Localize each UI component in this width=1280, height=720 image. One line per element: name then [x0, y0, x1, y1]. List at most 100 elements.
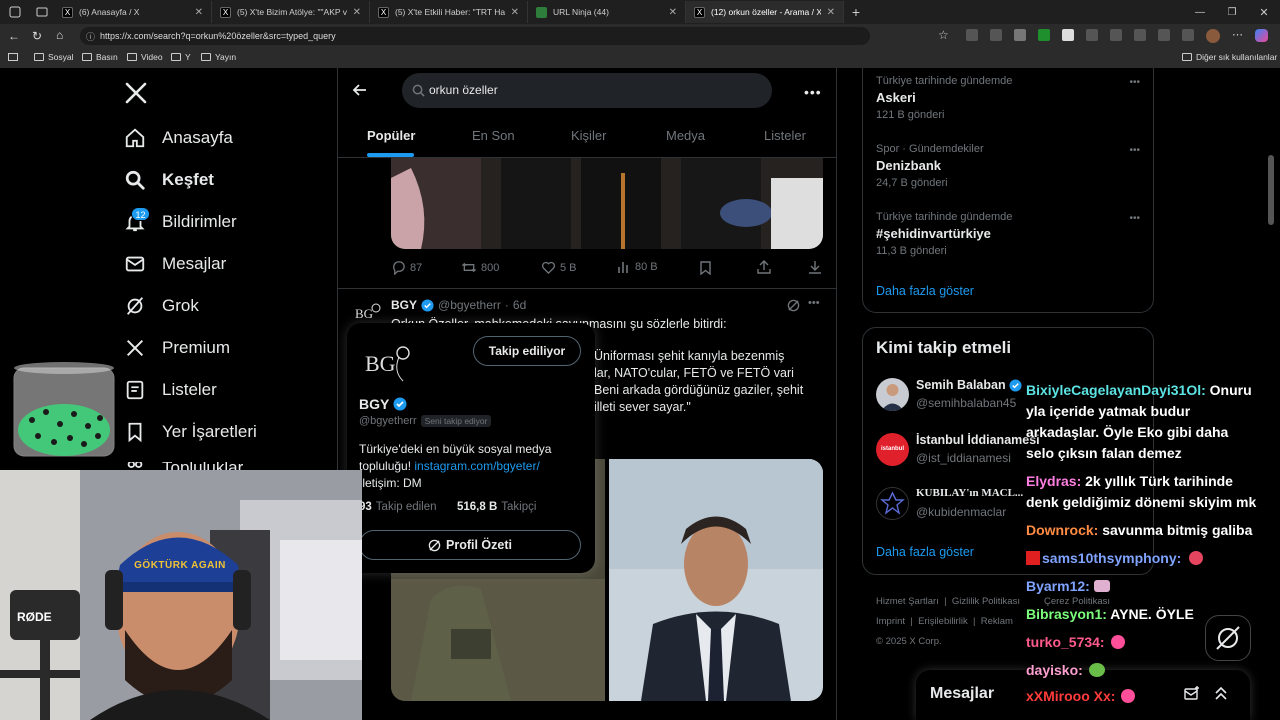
trend-more-icon[interactable]: •••: [1129, 77, 1140, 88]
bookmarks-menu-icon[interactable]: [8, 53, 18, 61]
author-name[interactable]: BGY: [391, 298, 417, 312]
bio-line: topluluğu!: [359, 459, 415, 473]
footer-link[interactable]: Gizlilik Politikası: [952, 596, 1020, 607]
follow-suggestion[interactable]: istanbul İstanbul İddianamesi @ist_iddia…: [876, 433, 1040, 469]
chat-username: Bibrasyon1:: [1026, 606, 1107, 622]
home-icon[interactable]: ⌂: [56, 28, 63, 42]
trend-item[interactable]: Türkiye tarihinde gündemde #şehidinvartü…: [876, 211, 1140, 257]
followers-count-link[interactable]: 516,8 B Takipçi: [457, 501, 536, 513]
browser-tab[interactable]: X (6) Anasayfa / X ✕: [54, 1, 212, 23]
extension-icon[interactable]: [1158, 29, 1170, 41]
bookmark-icon[interactable]: [699, 261, 712, 275]
extension-icon[interactable]: [1110, 29, 1122, 41]
footer-link[interactable]: Hizmet Şartları: [876, 596, 939, 607]
close-window-icon[interactable]: ✕: [1248, 6, 1280, 19]
close-tab-icon[interactable]: ✕: [195, 7, 203, 18]
follow-suggestion[interactable]: KUBILAY'ın MACL... @kubidenmaclar: [876, 487, 1026, 523]
tab-lists[interactable]: Listeler: [764, 128, 806, 143]
trend-more-icon[interactable]: •••: [1129, 213, 1140, 224]
nav-grok[interactable]: Grok: [124, 295, 199, 317]
download-icon[interactable]: [808, 260, 822, 274]
new-tab-button[interactable]: +: [844, 4, 868, 20]
browser-tab[interactable]: URL Ninja (44) ✕: [528, 1, 686, 23]
trends-show-more-link[interactable]: Daha fazla göster: [876, 284, 974, 298]
footer-link[interactable]: Erişilebilirlik: [918, 616, 968, 627]
favorite-star-icon[interactable]: ☆: [938, 28, 949, 42]
nav-premium[interactable]: Premium: [124, 337, 230, 359]
bio-link[interactable]: instagram.com/bgyeter/: [414, 459, 539, 473]
views-button[interactable]: 80 B: [617, 260, 658, 274]
reply-button[interactable]: 87: [391, 260, 422, 275]
page-scrollbar[interactable]: [1268, 155, 1274, 225]
extension-icon[interactable]: [1086, 29, 1098, 41]
trend-item[interactable]: Türkiye tarihinde gündemde Askeri 121 B …: [876, 75, 1140, 121]
search-input[interactable]: orkun özeller: [402, 73, 772, 108]
back-arrow-icon[interactable]: [352, 82, 368, 98]
close-tab-icon[interactable]: ✕: [353, 7, 361, 18]
extension-icon[interactable]: [1134, 29, 1146, 41]
following-count-link[interactable]: 93 Takip edilen: [359, 501, 437, 513]
bookmark-folder-video[interactable]: Video: [127, 52, 163, 62]
post-more-icon[interactable]: •••: [808, 297, 820, 309]
maximize-window-icon[interactable]: ❐: [1216, 7, 1248, 18]
nav-messages[interactable]: Mesajlar: [124, 253, 226, 275]
tab-people[interactable]: Kişiler: [571, 128, 606, 143]
trend-item[interactable]: Spor · Gündemdekiler Denizbank 24,7 B gö…: [876, 143, 1140, 189]
extension-icon[interactable]: [1062, 29, 1074, 41]
chat-username: turko_5734:: [1026, 634, 1105, 650]
who-to-follow-show-more-link[interactable]: Daha fazla göster: [876, 545, 974, 559]
tab-popular[interactable]: Popüler: [367, 128, 415, 143]
close-tab-icon[interactable]: ✕: [827, 7, 835, 18]
following-button[interactable]: Takip ediliyor: [473, 336, 581, 366]
more-options-icon[interactable]: •••: [804, 84, 822, 100]
nav-explore[interactable]: Keşfet: [124, 169, 214, 191]
extension-icon[interactable]: [1182, 29, 1194, 41]
hovercard-handle[interactable]: @bgyetherr: [359, 415, 417, 427]
post-media-image[interactable]: [391, 158, 823, 249]
refresh-icon[interactable]: ↻: [32, 29, 42, 43]
more-options-icon[interactable]: ⋯: [1232, 29, 1243, 43]
extension-icon[interactable]: [1038, 29, 1050, 41]
bookmark-folder-basin[interactable]: Basın: [82, 52, 118, 62]
follow-suggestion[interactable]: Semih Balaban @semihbalaban45: [876, 378, 1026, 414]
share-icon[interactable]: [757, 260, 771, 274]
hovercard-avatar[interactable]: BG: [359, 337, 413, 391]
extension-icon[interactable]: [1014, 29, 1026, 41]
bookmark-folder-sosyal[interactable]: Sosyal: [34, 52, 74, 62]
browser-tab-active[interactable]: X (12) orkun özeller - Arama / X ✕: [686, 1, 844, 23]
nav-home[interactable]: Anasayfa: [124, 127, 233, 149]
profile-summary-button[interactable]: Profil Özeti: [359, 530, 581, 560]
minimize-window-icon[interactable]: —: [1184, 7, 1216, 18]
close-tab-icon[interactable]: ✕: [511, 7, 519, 18]
tab-media[interactable]: Medya: [666, 128, 705, 143]
extension-icon[interactable]: [990, 29, 1002, 41]
site-info-icon[interactable]: ⓘ: [86, 30, 95, 43]
bookmark-folder-y[interactable]: Y: [171, 52, 191, 62]
grok-explain-icon[interactable]: [787, 299, 800, 312]
hovercard-name[interactable]: BGY: [359, 396, 389, 412]
chat-text: Onuru: [1209, 382, 1252, 398]
workspaces-icon[interactable]: [0, 1, 30, 23]
trend-more-icon[interactable]: •••: [1129, 145, 1140, 156]
footer-link[interactable]: Imprint: [876, 616, 905, 627]
repost-button[interactable]: 800: [461, 260, 499, 275]
back-icon[interactable]: ←: [8, 29, 20, 43]
extension-icon[interactable]: [966, 29, 978, 41]
author-handle[interactable]: @bgyetherr: [438, 298, 501, 312]
footer-link[interactable]: Reklam: [981, 616, 1013, 627]
browser-tab[interactable]: X (5) X'te Etkili Haber: "TRT Haber, (✕: [370, 1, 528, 23]
close-tab-icon[interactable]: ✕: [669, 7, 677, 18]
browser-tab[interactable]: X (5) X'te Bizim Atölye: ""AKP ve MHP ✕: [212, 1, 370, 23]
nav-lists[interactable]: Listeler: [124, 379, 217, 401]
like-button[interactable]: 5 B: [541, 260, 577, 275]
nav-bookmarks[interactable]: Yer İşaretleri: [124, 421, 257, 443]
url-input[interactable]: https://x.com/search?q=orkun%20özeller&s…: [80, 27, 870, 45]
copilot-icon[interactable]: [1255, 29, 1268, 42]
bookmark-folder-yayin[interactable]: Yayın: [201, 52, 236, 62]
tab-actions-icon[interactable]: [30, 1, 54, 23]
profile-avatar-icon[interactable]: [1206, 29, 1220, 43]
tab-latest[interactable]: En Son: [472, 128, 515, 143]
post-time[interactable]: 6d: [513, 298, 526, 312]
x-logo-icon[interactable]: [124, 81, 148, 105]
bookmark-folder-other[interactable]: Diğer sık kullanılanlar: [1182, 52, 1277, 62]
